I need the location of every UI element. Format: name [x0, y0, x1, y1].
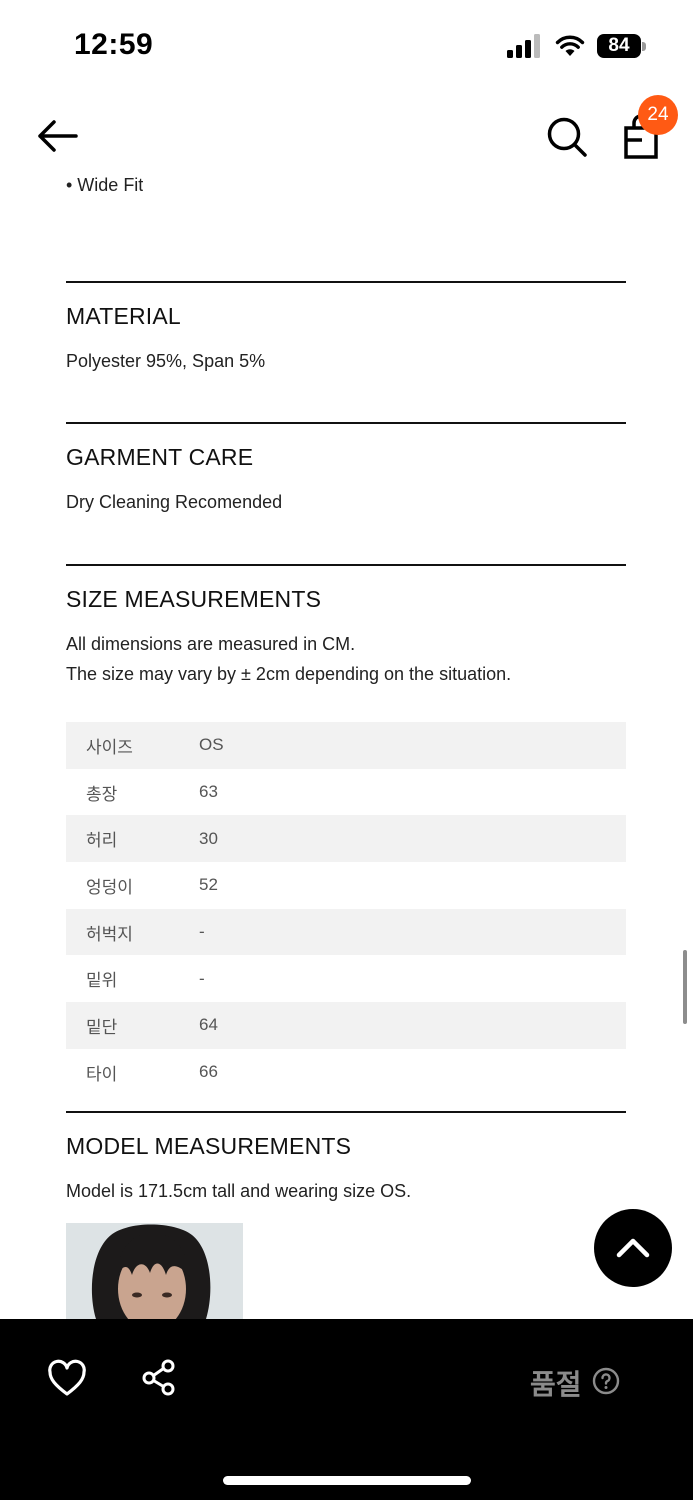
- chevron-up-icon: [616, 1238, 650, 1258]
- size-row-label: 타이: [86, 1064, 118, 1084]
- wifi-icon: [555, 35, 585, 56]
- size-row-value: 30: [199, 828, 218, 848]
- size-row-label: 엉덩이: [86, 877, 133, 897]
- size-row-label: 허벅지: [86, 924, 133, 944]
- size-measurements-title: SIZE MEASUREMENTS: [66, 586, 322, 612]
- cellular-signal-icon: [507, 34, 540, 58]
- model-measurements-title: MODEL MEASUREMENTS: [66, 1133, 352, 1159]
- size-row-value: 63: [199, 782, 218, 802]
- size-row-label: 밑위: [86, 971, 118, 991]
- search-icon[interactable]: [544, 114, 590, 160]
- table-row: 허리 30: [66, 815, 626, 863]
- scroll-to-top-button[interactable]: [594, 1209, 672, 1287]
- scrollbar[interactable]: [683, 950, 687, 1024]
- section-divider: [66, 422, 626, 424]
- size-row-label: 총장: [86, 784, 118, 804]
- back-arrow-icon[interactable]: [34, 116, 80, 156]
- size-note-line-1: All dimensions are measured in CM.: [66, 634, 356, 654]
- bottom-action-bar: 품절: [0, 1319, 693, 1500]
- table-row: 총장 63: [66, 769, 626, 816]
- table-row: 밑위 -: [66, 955, 626, 1002]
- heart-icon[interactable]: [47, 1359, 87, 1399]
- material-text: Polyester 95%, Span 5%: [66, 351, 266, 371]
- size-row-value: -: [199, 968, 205, 988]
- home-indicator: [223, 1476, 471, 1485]
- share-icon[interactable]: [139, 1357, 179, 1397]
- size-row-label: 사이즈: [86, 737, 133, 757]
- garment-care-text: Dry Cleaning Recomended: [66, 492, 283, 512]
- section-divider: [66, 564, 626, 566]
- section-divider: [66, 281, 626, 283]
- model-measurements-text: Model is 171.5cm tall and wearing size O…: [66, 1181, 412, 1201]
- size-row-value: -: [199, 922, 205, 942]
- table-row: 타이 66: [66, 1049, 626, 1096]
- size-row-value: 52: [199, 875, 218, 895]
- size-note: All dimensions are measured in CM. The s…: [66, 629, 511, 689]
- garment-care-title: GARMENT CARE: [66, 444, 254, 470]
- soldout-label: 품절: [530, 1369, 582, 1400]
- table-row: 허벅지 -: [66, 908, 626, 956]
- size-note-line-2: The size may vary by ± 2cm depending on …: [66, 664, 512, 684]
- cart-count-badge: 24: [638, 95, 678, 135]
- status-bar: 12:59 84: [0, 0, 693, 92]
- status-time: 12:59: [74, 28, 154, 61]
- section-divider: [66, 1111, 626, 1113]
- model-photo: [66, 1223, 243, 1319]
- battery-icon: 84: [597, 34, 647, 58]
- size-row-value: OS: [199, 735, 224, 755]
- table-row: 사이즈 OS: [66, 722, 626, 769]
- help-icon[interactable]: [592, 1367, 620, 1395]
- material-title: MATERIAL: [66, 303, 181, 329]
- clipped-description-text: • Wide Fit: [66, 175, 144, 195]
- table-row: 엉덩이 52: [66, 862, 626, 909]
- battery-level: 84: [597, 34, 641, 58]
- size-row-value: 66: [199, 1062, 218, 1082]
- size-row-label: 허리: [86, 831, 118, 851]
- table-row: 밑단 64: [66, 1002, 626, 1049]
- size-row-value: 64: [199, 1015, 218, 1035]
- size-table: 사이즈 OS 총장 63 허리 30 엉덩이 52 허벅지 - 밑위 - 밑단 …: [66, 722, 626, 1096]
- size-row-label: 밑단: [86, 1017, 118, 1037]
